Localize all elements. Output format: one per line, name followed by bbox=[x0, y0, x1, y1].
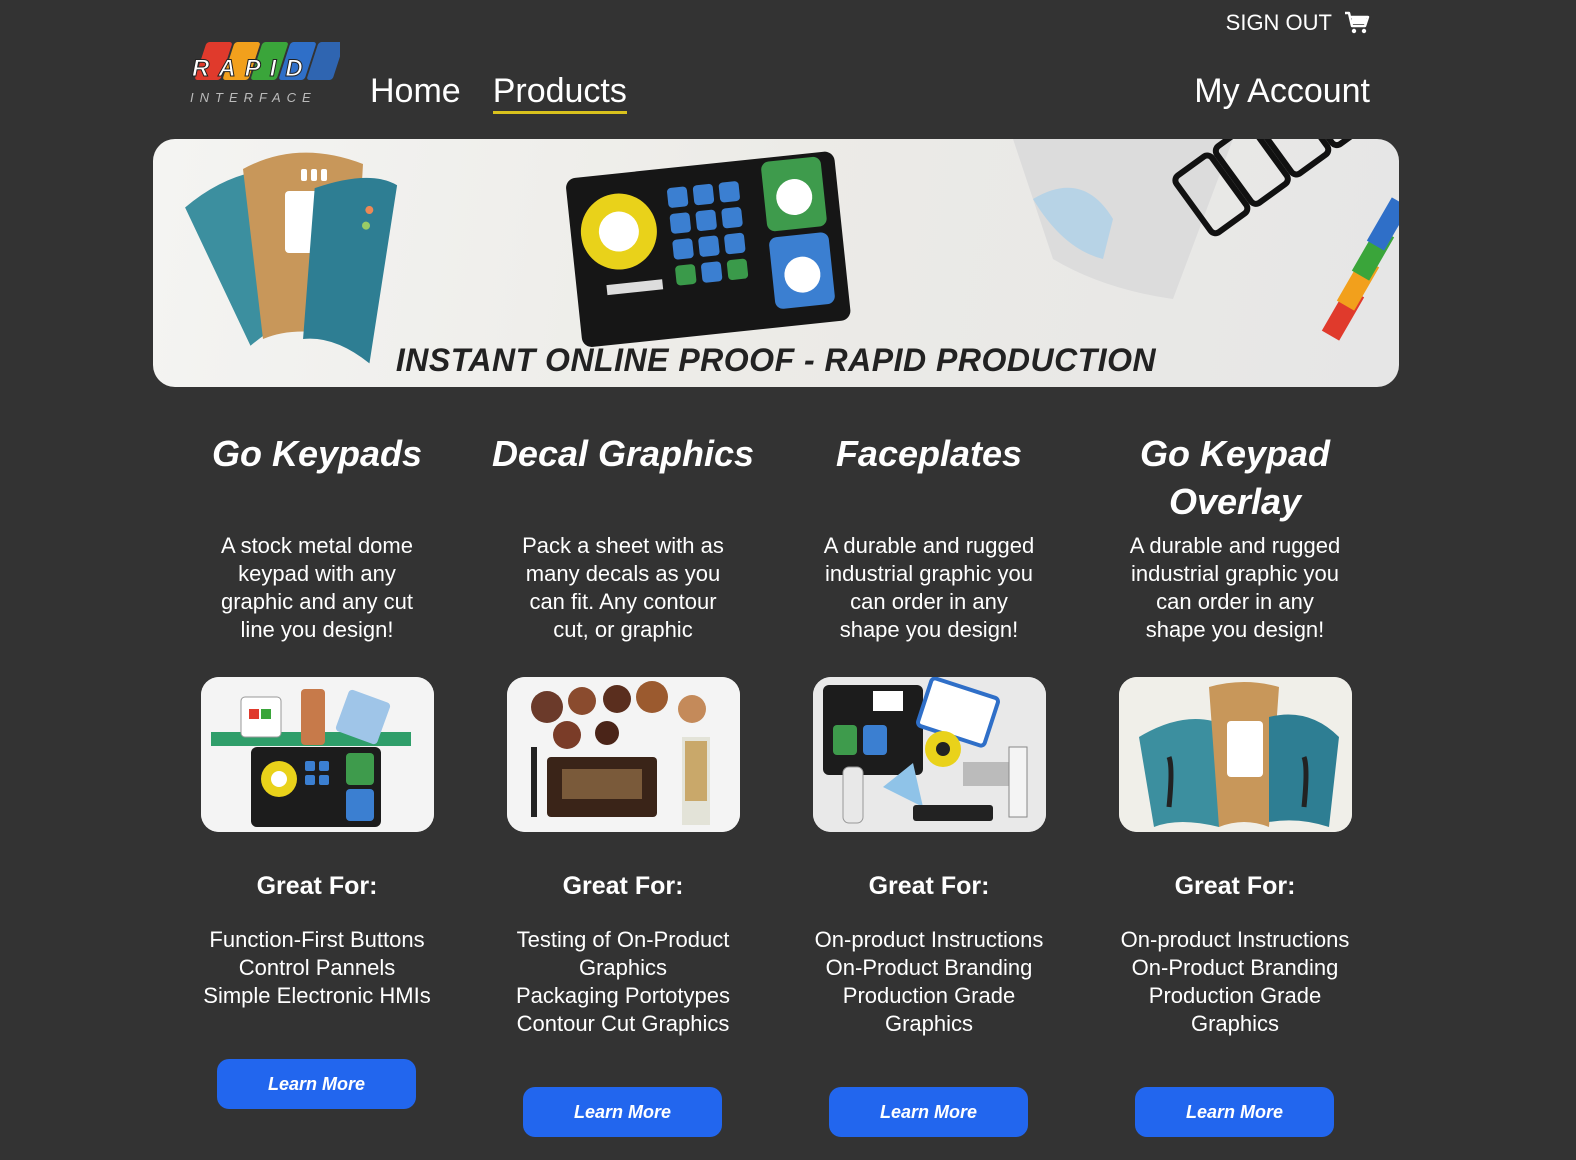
product-image[interactable] bbox=[507, 677, 740, 832]
main-nav: Home Products bbox=[370, 72, 627, 114]
product-title: Decal Graphics bbox=[491, 433, 755, 474]
shopping-cart-icon[interactable] bbox=[1344, 11, 1370, 35]
product-card-decal-graphics: Decal Graphics Pack a sheet with as many… bbox=[470, 430, 776, 1150]
learn-more-button[interactable]: Learn More bbox=[217, 1059, 416, 1109]
product-card-go-keypad-overlay: Go Keypad Overlay A durable and rugged i… bbox=[1082, 430, 1388, 1150]
use-item: Function-First Buttons bbox=[209, 927, 425, 952]
product-image[interactable] bbox=[201, 677, 434, 832]
product-title: Go Keypads bbox=[211, 433, 423, 474]
logo-text-top: RAPID bbox=[192, 55, 312, 82]
product-image[interactable] bbox=[813, 677, 1046, 832]
use-item: Graphics bbox=[884, 1011, 974, 1036]
use-item: Simple Electronic HMIs bbox=[203, 983, 431, 1008]
great-for-label: Great For: bbox=[562, 872, 684, 900]
rapid-interface-logo[interactable]: RAPID INTERFACE bbox=[184, 38, 340, 106]
use-item: Control Pannels bbox=[238, 955, 396, 980]
great-for-label: Great For: bbox=[1174, 872, 1296, 900]
use-item: On-product Instructions bbox=[1120, 927, 1350, 952]
my-account-link[interactable]: My Account bbox=[1194, 72, 1370, 111]
product-description: A durable and rugged industrial graphic … bbox=[1129, 533, 1341, 642]
product-title: Faceplates bbox=[835, 433, 1023, 474]
great-for-list: Function-First Buttons Control Pannels S… bbox=[164, 926, 470, 1010]
product-description: A stock metal dome keypad with any graph… bbox=[220, 533, 414, 642]
product-card-go-keypads: Go Keypads A stock metal dome keypad wit… bbox=[164, 430, 470, 1150]
use-item: Production Grade bbox=[842, 983, 1016, 1008]
learn-more-button[interactable]: Learn More bbox=[1135, 1087, 1334, 1137]
learn-more-button[interactable]: Learn More bbox=[829, 1087, 1028, 1137]
logo-text-bottom: INTERFACE bbox=[190, 90, 317, 105]
learn-more-button[interactable]: Learn More bbox=[523, 1087, 722, 1137]
hero-banner: INSTANT ONLINE PROOF - RAPID PRODUCTION bbox=[153, 139, 1399, 387]
product-description: A durable and rugged industrial graphic … bbox=[823, 533, 1035, 642]
page: SIGN OUT RAPID INTERFACE Home Products M… bbox=[0, 0, 1576, 1160]
use-item: On-Product Branding bbox=[825, 955, 1033, 980]
use-item: On-Product Branding bbox=[1131, 955, 1339, 980]
product-card-faceplates: Faceplates A durable and rugged industri… bbox=[776, 430, 1082, 1150]
banner-caption: INSTANT ONLINE PROOF - RAPID PRODUCTION bbox=[395, 342, 1157, 378]
nav-home[interactable]: Home bbox=[370, 72, 461, 114]
product-image[interactable] bbox=[1119, 677, 1352, 832]
nav-products[interactable]: Products bbox=[492, 72, 627, 114]
great-for-list: On-product Instructions On-Product Brand… bbox=[776, 926, 1082, 1038]
great-for-list: Testing of On-Product Graphics Packaging… bbox=[470, 926, 776, 1038]
great-for-label: Great For: bbox=[868, 872, 990, 900]
product-grid: Go Keypads A stock metal dome keypad wit… bbox=[164, 430, 1396, 1150]
use-item: Graphics bbox=[578, 955, 668, 980]
use-item: Production Grade bbox=[1148, 983, 1322, 1008]
product-title: Go Keypad Overlay bbox=[1139, 433, 1331, 522]
use-item: Testing of On-Product bbox=[516, 927, 730, 952]
use-item: Contour Cut Graphics bbox=[516, 1011, 730, 1036]
great-for-label: Great For: bbox=[256, 872, 378, 900]
use-item: On-product Instructions bbox=[814, 927, 1044, 952]
great-for-list: On-product Instructions On-Product Brand… bbox=[1082, 926, 1388, 1038]
use-item: Graphics bbox=[1190, 1011, 1280, 1036]
product-description: Pack a sheet with as many decals as you … bbox=[522, 533, 724, 642]
top-utility-bar: SIGN OUT bbox=[1226, 10, 1370, 36]
sign-out-link[interactable]: SIGN OUT bbox=[1226, 10, 1332, 36]
use-item: Packaging Portotypes bbox=[515, 983, 731, 1008]
